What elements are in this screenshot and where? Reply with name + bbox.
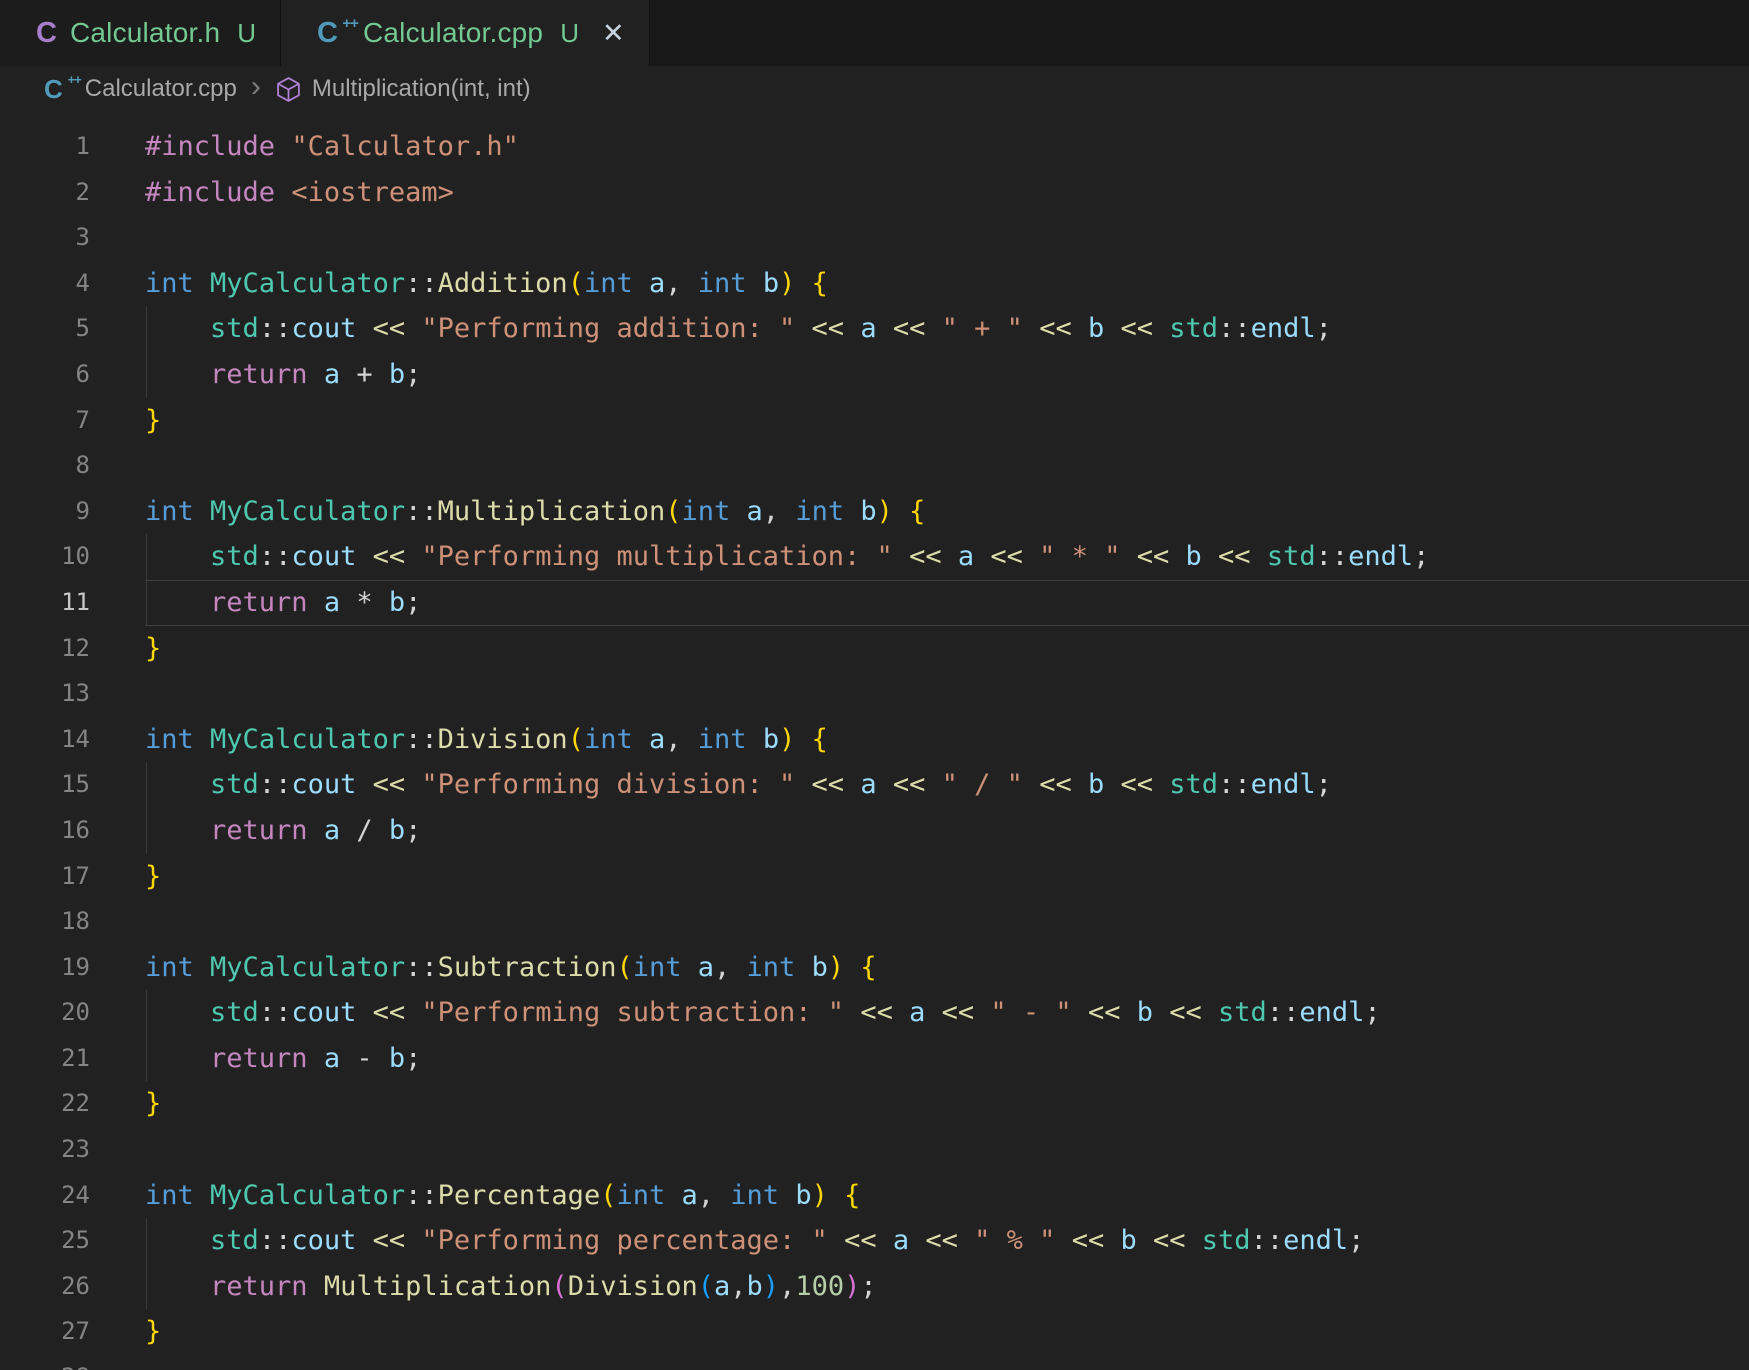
breadcrumb-file-label: Calculator.cpp [85, 75, 237, 103]
tab-calculator-cpp[interactable]: C++ Calculator.cpp U ✕ [281, 0, 650, 66]
code-line-text: } [145, 626, 1749, 672]
code-line[interactable]: 10 std::cout << "Performing multiplicati… [0, 534, 1749, 580]
untracked-badge: U [560, 18, 579, 49]
code-line[interactable]: 14 int MyCalculator::Division(int a, int … [0, 717, 1749, 763]
code-line[interactable]: 13 [0, 671, 1749, 717]
line-number[interactable]: 7 [0, 398, 90, 444]
code-line[interactable]: 19 int MyCalculator::Subtraction(int a, i… [0, 945, 1749, 991]
code-line-text: } [145, 1081, 1749, 1127]
code-line-text: return Multiplication(Division(a,b),100)… [145, 1264, 1749, 1310]
code-line-text: } [145, 1309, 1749, 1355]
code-line[interactable]: 24 int MyCalculator::Percentage(int a, in… [0, 1173, 1749, 1219]
line-number[interactable]: 6 [0, 352, 90, 398]
cpp-file-icon: C++ [317, 17, 338, 50]
code-line[interactable]: 20 std::cout << "Performing subtraction:… [0, 990, 1749, 1036]
code-line[interactable]: 28 [0, 1355, 1749, 1370]
code-line[interactable]: 9 int MyCalculator::Multiplication(int a,… [0, 489, 1749, 535]
editor-tab-bar: C Calculator.h U C++ Calculator.cpp U ✕ [0, 0, 1749, 66]
line-number[interactable]: 4 [0, 261, 90, 307]
code-line-text: return a + b; [145, 352, 1749, 398]
breadcrumb-symbol[interactable]: Multiplication(int, int) [275, 75, 531, 103]
code-line[interactable]: 11 return a * b; [0, 580, 1749, 626]
line-number[interactable]: 11 [0, 580, 90, 626]
close-icon[interactable]: ✕ [602, 20, 625, 47]
code-line[interactable]: 26 return Multiplication(Division(a,b),1… [0, 1264, 1749, 1310]
line-number[interactable]: 20 [0, 990, 90, 1036]
chevron-right-icon: › [251, 72, 261, 106]
code-line[interactable]: 25 std::cout << "Performing percentage: … [0, 1218, 1749, 1264]
line-number[interactable]: 3 [0, 215, 90, 261]
code-line[interactable]: 15 std::cout << "Performing division: " … [0, 762, 1749, 808]
line-number[interactable]: 14 [0, 717, 90, 763]
line-number[interactable]: 24 [0, 1173, 90, 1219]
code-line[interactable]: 16 return a / b; [0, 808, 1749, 854]
code-line-text: std::cout << "Performing subtraction: " … [145, 990, 1749, 1036]
code-editor[interactable]: 1 #include "Calculator.h" 2 #include <iostr… [0, 112, 1749, 1370]
line-number[interactable]: 22 [0, 1081, 90, 1127]
code-line[interactable]: 4 int MyCalculator::Addition(int a, int b… [0, 261, 1749, 307]
code-line-text: #include "Calculator.h" [145, 124, 1749, 170]
code-line[interactable]: 8 [0, 443, 1749, 489]
code-line[interactable]: 1 #include "Calculator.h" [0, 124, 1749, 170]
breadcrumb-symbol-label: Multiplication(int, int) [312, 75, 531, 103]
code-line[interactable]: 6 return a + b; [0, 352, 1749, 398]
line-number[interactable]: 9 [0, 489, 90, 535]
breadcrumb: C++ Calculator.cpp › Multiplication(int,… [0, 66, 1749, 112]
line-number[interactable]: 21 [0, 1036, 90, 1082]
code-line[interactable]: 2 #include <iostream> [0, 170, 1749, 216]
code-line-text: return a * b; [145, 580, 1749, 626]
symbol-method-cube-icon [275, 76, 302, 103]
cpp-file-icon: C++ [44, 74, 63, 105]
c-file-icon: C [36, 17, 57, 50]
code-line-text: } [145, 398, 1749, 444]
code-line-text: #include <iostream> [145, 170, 1749, 216]
line-number[interactable]: 26 [0, 1264, 90, 1310]
tab-label: Calculator.h [70, 17, 220, 49]
line-number[interactable]: 17 [0, 854, 90, 900]
code-line-text: int MyCalculator::Multiplication(int a, … [145, 489, 1749, 535]
line-number[interactable]: 8 [0, 443, 90, 489]
line-number[interactable]: 15 [0, 762, 90, 808]
code-line-text: std::cout << "Performing percentage: " <… [145, 1218, 1749, 1264]
code-line-text: int MyCalculator::Addition(int a, int b)… [145, 261, 1749, 307]
code-line-text: return a / b; [145, 808, 1749, 854]
code-line-text: return a - b; [145, 1036, 1749, 1082]
line-number[interactable]: 5 [0, 306, 90, 352]
code-line[interactable]: 5 std::cout << "Performing addition: " <… [0, 306, 1749, 352]
cpp-plus-plus: ++ [342, 15, 358, 32]
line-number[interactable]: 18 [0, 899, 90, 945]
line-number[interactable]: 25 [0, 1218, 90, 1264]
line-number[interactable]: 27 [0, 1309, 90, 1355]
code-line[interactable]: 23 [0, 1127, 1749, 1173]
code-line-text: } [145, 854, 1749, 900]
code-line-text: std::cout << "Performing multiplication:… [145, 534, 1749, 580]
line-number[interactable]: 12 [0, 626, 90, 672]
line-number[interactable]: 2 [0, 170, 90, 216]
code-line-text: std::cout << "Performing division: " << … [145, 762, 1749, 808]
code-line[interactable]: 17} [0, 854, 1749, 900]
line-number[interactable]: 10 [0, 534, 90, 580]
tab-label: Calculator.cpp [363, 17, 543, 49]
line-number[interactable]: 16 [0, 808, 90, 854]
tab-calculator-h[interactable]: C Calculator.h U [0, 0, 281, 66]
line-number[interactable]: 19 [0, 945, 90, 991]
code-line-text: int MyCalculator::Percentage(int a, int … [145, 1173, 1749, 1219]
code-line-text: std::cout << "Performing addition: " << … [145, 306, 1749, 352]
line-number[interactable]: 1 [0, 124, 90, 170]
code-line[interactable]: 7} [0, 398, 1749, 444]
code-line[interactable]: 18 [0, 899, 1749, 945]
code-line[interactable]: 27} [0, 1309, 1749, 1355]
code-line-text: int MyCalculator::Division(int a, int b)… [145, 717, 1749, 763]
code-line[interactable]: 3 [0, 215, 1749, 261]
line-number[interactable]: 23 [0, 1127, 90, 1173]
code-line[interactable]: 22} [0, 1081, 1749, 1127]
breadcrumb-file[interactable]: C++ Calculator.cpp [44, 74, 237, 105]
code-line[interactable]: 12} [0, 626, 1749, 672]
line-number[interactable]: 28 [0, 1355, 90, 1370]
line-number[interactable]: 13 [0, 671, 90, 717]
cpp-plus-plus: ++ [68, 72, 81, 87]
code-line-text: int MyCalculator::Subtraction(int a, int… [145, 945, 1749, 991]
code-line[interactable]: 21 return a - b; [0, 1036, 1749, 1082]
untracked-badge: U [237, 18, 256, 49]
